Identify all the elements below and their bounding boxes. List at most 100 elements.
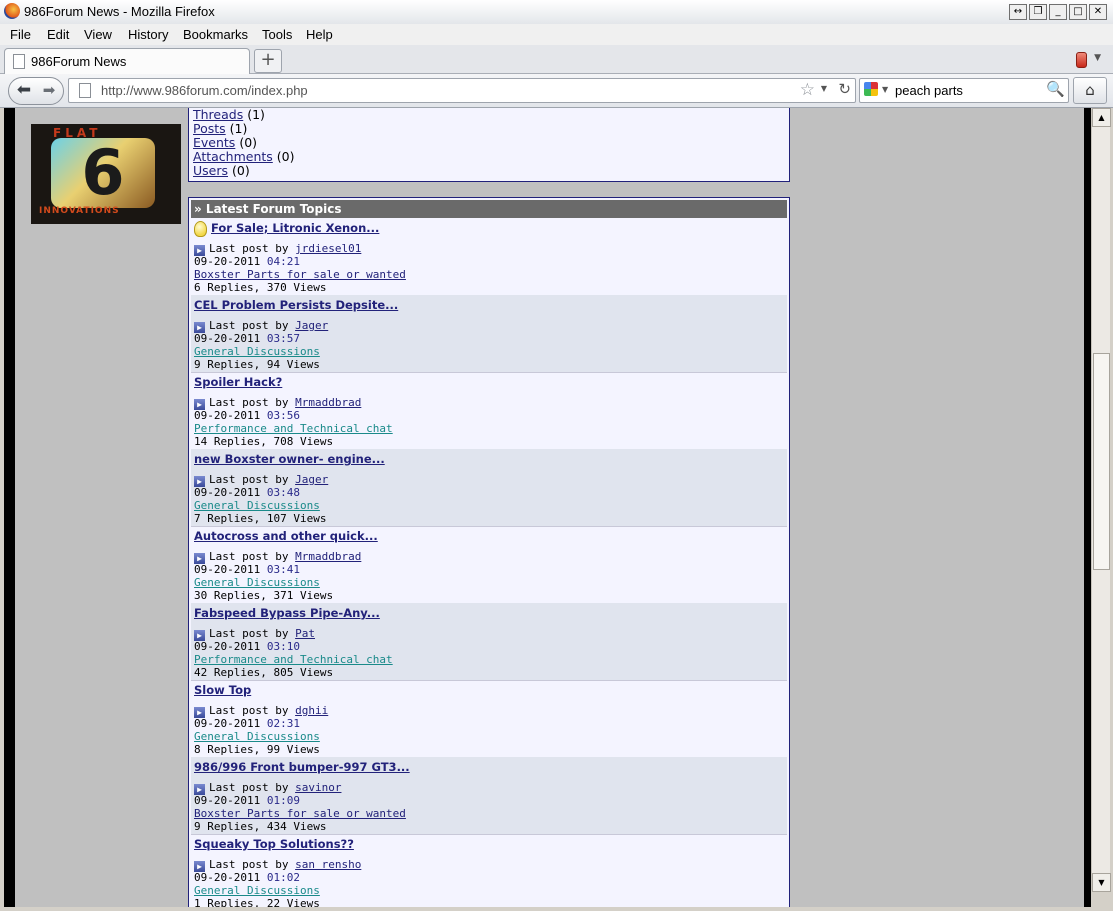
result-posts: Posts (1) xyxy=(193,121,247,136)
menu-edit[interactable]: Edit xyxy=(47,27,69,42)
forum-link[interactable]: General Discussions xyxy=(194,499,320,512)
flat6-innovations-logo[interactable]: FLAT 6 INNOVATIONS xyxy=(31,124,181,224)
last-post-line: ▶ Last post by jrdiesel01 xyxy=(194,242,361,256)
page-border-right xyxy=(1084,108,1091,907)
menu-bar: File Edit View History Bookmarks Tools H… xyxy=(0,24,1113,45)
page-border-left xyxy=(4,108,15,907)
search-engine-dropdown-icon[interactable]: ▼ xyxy=(882,85,888,94)
topic-stats: 7 Replies, 107 Views xyxy=(194,512,327,525)
topic-row: Spoiler Hack? ▶ Last post by Mrmaddbrad 09-… xyxy=(191,372,787,450)
close-button[interactable]: ✕ xyxy=(1089,4,1107,20)
google-icon[interactable] xyxy=(864,82,878,96)
scroll-down-button[interactable]: ▼ xyxy=(1092,873,1111,892)
home-button[interactable]: ⌂ xyxy=(1073,77,1107,104)
post-time: 03:57 xyxy=(266,332,300,345)
last-poster-link[interactable]: Mrmaddbrad xyxy=(295,550,361,563)
logo-bottom-text: INNOVATIONS xyxy=(39,206,120,216)
vertical-scrollbar[interactable]: ▲ ▼ xyxy=(1091,108,1111,892)
menu-view[interactable]: View xyxy=(84,27,112,42)
url-bar[interactable]: http://www.986forum.com/index.php ☆ ▼ ↻ xyxy=(68,78,856,103)
post-datetime: 09-20-2011 01:02 xyxy=(194,871,300,884)
menu-tools[interactable]: Tools xyxy=(262,27,292,42)
topic-title-link[interactable]: For Sale; Litronic Xenon... xyxy=(211,221,379,235)
latest-forum-topics: » Latest Forum Topics For Sale; Litronic… xyxy=(188,197,790,907)
events-link[interactable]: Events xyxy=(193,135,235,150)
topic-title-link[interactable]: CEL Problem Persists Depsite... xyxy=(194,298,398,312)
last-poster-link[interactable]: Jager xyxy=(295,473,328,486)
menu-history[interactable]: History xyxy=(128,27,168,42)
last-poster-link[interactable]: savinor xyxy=(295,781,341,794)
last-poster-link[interactable]: Mrmaddbrad xyxy=(295,396,361,409)
forum-link[interactable]: General Discussions xyxy=(194,730,320,743)
maximize-button[interactable]: □ xyxy=(1069,4,1087,20)
topic-row: Fabspeed Bypass Pipe-Any... ▶ Last post by… xyxy=(191,603,787,681)
forum-link[interactable]: Performance and Technical chat xyxy=(194,653,393,666)
topic-title-link[interactable]: new Boxster owner- engine... xyxy=(194,452,385,466)
tab-groups-icon[interactable] xyxy=(1076,52,1087,68)
back-button[interactable]: ⬅ xyxy=(11,79,37,103)
last-post-label: Last post by xyxy=(209,242,289,255)
last-post-label: Last post by xyxy=(209,396,289,409)
last-poster-link[interactable]: Jager xyxy=(295,319,328,332)
new-tab-button[interactable]: + xyxy=(254,49,282,73)
forum-link[interactable]: Performance and Technical chat xyxy=(194,422,393,435)
last-post-line: ▶ Last post by dghii xyxy=(194,704,328,718)
topic-stats: 9 Replies, 434 Views xyxy=(194,820,327,833)
forward-button[interactable]: ➡ xyxy=(39,79,59,103)
last-poster-link[interactable]: jrdiesel01 xyxy=(295,242,361,255)
scroll-up-button[interactable]: ▲ xyxy=(1092,108,1111,127)
last-poster-link[interactable]: Pat xyxy=(295,627,315,640)
last-poster-link[interactable]: san rensho xyxy=(295,858,361,871)
search-icon[interactable]: 🔍 xyxy=(1046,80,1065,98)
last-poster-link[interactable]: dghii xyxy=(295,704,328,717)
menu-file[interactable]: File xyxy=(10,27,31,42)
post-time: 01:02 xyxy=(266,871,300,884)
bookmark-star-icon[interactable]: ☆ xyxy=(800,80,815,100)
topic-row: Slow Top ▶ Last post by dghii 09-20-2011 02… xyxy=(191,680,787,758)
menu-bookmarks[interactable]: Bookmarks xyxy=(183,27,248,42)
url-text[interactable]: http://www.986forum.com/index.php xyxy=(101,83,308,98)
attachments-link[interactable]: Attachments xyxy=(193,149,273,164)
attachments-count: (0) xyxy=(276,149,295,164)
resize-icon[interactable]: ↔ xyxy=(1009,4,1027,20)
restore-icon[interactable]: ❒ xyxy=(1029,4,1047,20)
tab-986forum-news[interactable]: 986Forum News xyxy=(4,48,250,74)
topic-title-link[interactable]: Fabspeed Bypass Pipe-Any... xyxy=(194,606,380,620)
reload-icon[interactable]: ↻ xyxy=(838,80,851,98)
topic-stats: 1 Replies, 22 Views xyxy=(194,897,320,907)
scroll-thumb[interactable] xyxy=(1093,353,1110,570)
last-post-label: Last post by xyxy=(209,473,289,486)
title-bar: 986Forum News - Mozilla Firefox ↔ ❒ _ □ … xyxy=(0,0,1113,25)
tab-bar: 986Forum News xyxy=(0,45,1113,74)
back-forward-group: ⬅ ➡ xyxy=(8,77,64,105)
last-post-label: Last post by xyxy=(209,319,289,332)
url-history-dropdown-icon[interactable]: ▼ xyxy=(821,84,827,93)
menu-help[interactable]: Help xyxy=(306,27,333,42)
last-post-line: ▶ Last post by Jager xyxy=(194,319,328,333)
post-date: 09-20-2011 xyxy=(194,332,261,345)
topic-stats: 6 Replies, 370 Views xyxy=(194,281,327,294)
topic-title-link[interactable]: Spoiler Hack? xyxy=(194,375,282,389)
topic-row: Squeaky Top Solutions?? ▶ Last post by san… xyxy=(191,834,787,907)
post-date: 09-20-2011 xyxy=(194,871,261,884)
topic-row: new Boxster owner- engine... ▶ Last post b… xyxy=(191,449,787,527)
forum-link[interactable]: General Discussions xyxy=(194,884,320,897)
threads-link[interactable]: Threads xyxy=(193,108,243,122)
forum-link[interactable]: General Discussions xyxy=(194,345,320,358)
forum-link[interactable]: Boxster Parts for sale or wanted xyxy=(194,807,406,820)
forum-link[interactable]: General Discussions xyxy=(194,576,320,589)
post-date: 09-20-2011 xyxy=(194,486,261,499)
post-date: 09-20-2011 xyxy=(194,409,261,422)
users-link[interactable]: Users xyxy=(193,163,228,178)
posts-link[interactable]: Posts xyxy=(193,121,226,136)
topic-title-link[interactable]: 986/996 Front bumper-997 GT3... xyxy=(194,760,410,774)
forum-link[interactable]: Boxster Parts for sale or wanted xyxy=(194,268,406,281)
page-icon xyxy=(13,54,25,69)
topic-title-link[interactable]: Slow Top xyxy=(194,683,251,697)
search-bar[interactable]: ▼ peach parts 🔍 xyxy=(859,78,1069,103)
list-all-tabs-icon[interactable]: ▼ xyxy=(1094,53,1101,63)
topic-title-link[interactable]: Autocross and other quick... xyxy=(194,529,378,543)
search-input[interactable]: peach parts xyxy=(895,83,963,98)
minimize-button[interactable]: _ xyxy=(1049,4,1067,20)
topic-title-link[interactable]: Squeaky Top Solutions?? xyxy=(194,837,354,851)
